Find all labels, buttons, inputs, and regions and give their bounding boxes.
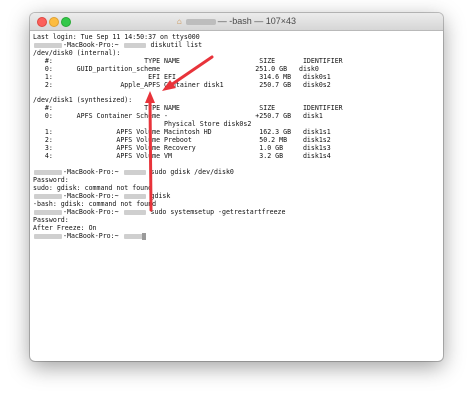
prompt-line: -MacBook-Pro:~ diskutil list: [33, 41, 202, 49]
terminal-line: 0: GUID_partition_scheme 251.0 GB disk0: [33, 65, 319, 73]
text-cursor: [142, 233, 146, 240]
terminal-line: 0: APFS Container Scheme - +250.7 GB dis…: [33, 112, 323, 120]
terminal-line: -bash: gdisk: command not found: [33, 200, 157, 208]
redacted-hostname: [34, 209, 62, 215]
command-text: diskutil list: [146, 41, 203, 49]
command-text: sudo systemsetup -getrestartfreeze: [146, 208, 286, 216]
redacted-username: [123, 169, 146, 175]
terminal-line: Password:: [33, 216, 69, 224]
terminal-output[interactable]: Last login: Tue Sep 11 14:50:37 on ttys0…: [30, 31, 443, 361]
terminal-line: Last login: Tue Sep 11 14:50:37 on ttys0…: [33, 33, 200, 41]
title-bar[interactable]: ⌂ — -bash — 107×43: [30, 13, 443, 31]
terminal-line: Physical Store disk0s2: [33, 120, 252, 128]
terminal-line: /dev/disk0 (internal):: [33, 49, 121, 57]
terminal-line: 4: APFS Volume VM 3.2 GB disk1s4: [33, 152, 331, 160]
command-text: gdisk: [146, 192, 171, 200]
home-folder-icon: ⌂: [176, 17, 182, 26]
prompt-line: -MacBook-Pro:~ sudo gdisk /dev/disk0: [33, 168, 234, 176]
terminal-line: 2: Apple_APFS Container disk1 250.7 GB d…: [33, 81, 331, 89]
prompt-line: -MacBook-Pro:~ gdisk: [33, 192, 170, 200]
terminal-line: 1: EFI EFI 314.6 MB disk0s1: [33, 73, 331, 81]
redacted-username: [185, 18, 216, 25]
prompt-line: -MacBook-Pro:~: [33, 232, 147, 240]
redacted-hostname: [34, 169, 62, 175]
terminal-line: /dev/disk1 (synthesized):: [33, 96, 133, 104]
redacted-username: [123, 193, 146, 199]
terminal-line: 1: APFS Volume Macintosh HD 162.3 GB dis…: [33, 128, 331, 136]
terminal-line: After Freeze: On: [33, 224, 97, 232]
redacted-username: [123, 42, 146, 48]
terminal-line: #: TYPE NAME SIZE IDENTIFIER: [33, 57, 343, 65]
terminal-line: Password:: [33, 176, 69, 184]
window-title-text: — -bash — 107×43: [217, 16, 297, 26]
terminal-line: 3: APFS Volume Recovery 1.0 GB disk1s3: [33, 144, 331, 152]
redacted-hostname: [34, 193, 62, 199]
terminal-window: ⌂ — -bash — 107×43 Last login: Tue Sep 11…: [30, 13, 443, 361]
terminal-line: sudo: gdisk: command not found: [33, 184, 153, 192]
prompt-line: -MacBook-Pro:~ sudo systemsetup -getrest…: [33, 208, 286, 216]
terminal-line: #: TYPE NAME SIZE IDENTIFIER: [33, 104, 343, 112]
terminal-line: 2: APFS Volume Preboot 50.2 MB disk1s2: [33, 136, 331, 144]
redacted-hostname: [34, 233, 62, 239]
command-text: sudo gdisk /dev/disk0: [146, 168, 234, 176]
redacted-hostname: [34, 42, 62, 48]
redacted-username: [123, 209, 146, 215]
window-title: ⌂ — -bash — 107×43: [30, 13, 443, 30]
